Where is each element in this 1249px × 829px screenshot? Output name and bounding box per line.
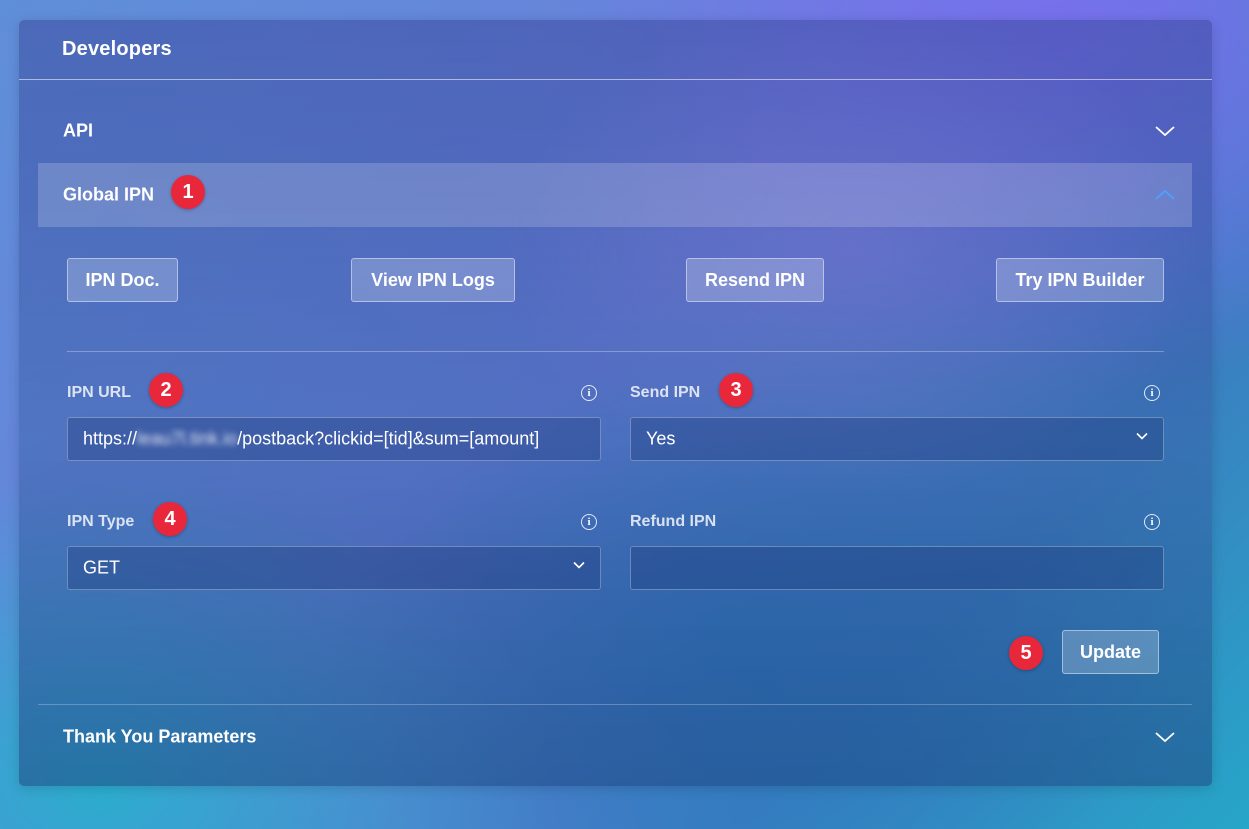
accordion-thank-you-label: Thank You Parameters <box>63 726 257 747</box>
info-icon[interactable]: i <box>1144 514 1160 530</box>
ipn-doc-button[interactable]: IPN Doc. <box>67 258 178 302</box>
accordion-global-ipn-label: Global IPN <box>63 184 155 205</box>
info-icon[interactable]: i <box>1144 385 1160 401</box>
resend-ipn-button[interactable]: Resend IPN <box>686 258 824 302</box>
ipn-type-value: GET <box>83 557 121 578</box>
ipn-url-input[interactable]: https://leau7l.tink.io/postback?clickid=… <box>67 417 601 461</box>
chevron-up-icon[interactable] <box>1154 184 1176 206</box>
info-icon[interactable]: i <box>581 385 597 401</box>
chevron-down-icon[interactable] <box>1154 120 1176 142</box>
update-button[interactable]: Update <box>1062 630 1159 674</box>
chevron-down-icon <box>572 559 586 578</box>
accordion-api-label: API <box>63 120 94 141</box>
ipn-url-redacted-domain: leau7l.tink.io <box>137 428 238 449</box>
ipn-type-select[interactable]: GET <box>67 546 601 590</box>
send-ipn-label: Send IPN <box>630 384 701 401</box>
ipn-url-value: https://leau7l.tink.io/postback?clickid=… <box>83 428 540 449</box>
accordion-api[interactable]: API <box>38 99 1192 163</box>
refund-ipn-input[interactable] <box>630 546 1164 590</box>
accordion-thank-you-parameters[interactable]: Thank You Parameters <box>38 705 1192 769</box>
developers-panel: Developers API Global IPN 1 IPN Doc. Vie… <box>19 20 1212 786</box>
ipn-url-label: IPN URL <box>67 384 131 401</box>
try-ipn-builder-button[interactable]: Try IPN Builder <box>996 258 1164 302</box>
step-marker-2: 2 <box>149 373 183 407</box>
send-ipn-select[interactable]: Yes <box>630 417 1164 461</box>
title-divider <box>19 79 1212 80</box>
step-marker-5: 5 <box>1009 636 1043 670</box>
ipn-type-label: IPN Type <box>67 513 135 530</box>
panel-title: Developers <box>62 38 172 60</box>
chevron-down-icon[interactable] <box>1154 726 1176 748</box>
section-divider <box>67 351 1164 352</box>
send-ipn-value: Yes <box>646 428 676 449</box>
step-marker-1: 1 <box>171 175 205 209</box>
view-ipn-logs-button[interactable]: View IPN Logs <box>351 258 515 302</box>
chevron-down-icon <box>1135 430 1149 449</box>
refund-ipn-label: Refund IPN <box>630 513 717 530</box>
step-marker-3: 3 <box>719 373 753 407</box>
info-icon[interactable]: i <box>581 514 597 530</box>
step-marker-4: 4 <box>153 502 187 536</box>
accordion-global-ipn[interactable]: Global IPN <box>38 163 1192 227</box>
